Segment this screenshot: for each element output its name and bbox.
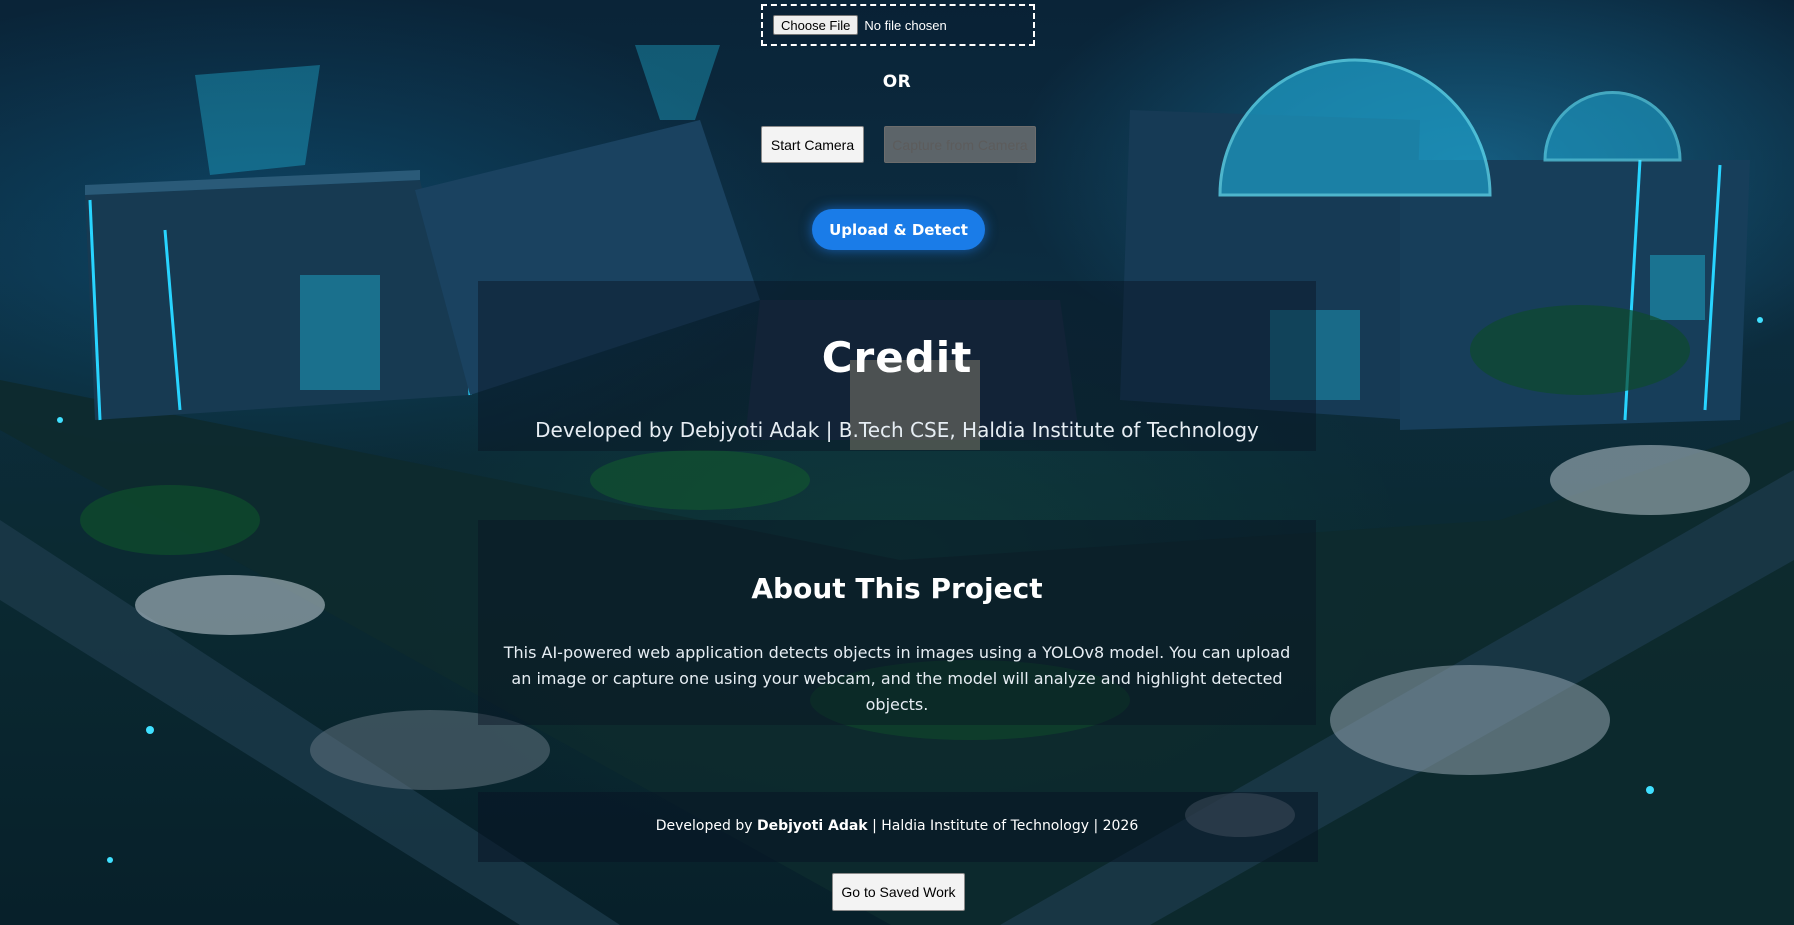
upload-detect-button[interactable]: Upload & Detect xyxy=(812,209,985,250)
footer-author: Debjyoti Adak xyxy=(756,818,868,834)
file-upload-dropzone[interactable]: Choose File No file chosen xyxy=(761,4,1035,46)
file-status-text: No file chosen xyxy=(864,17,947,33)
footer-suffix: | Haldia Institute of Technology | 2026 xyxy=(872,818,1139,834)
about-heading: About This Project xyxy=(751,572,1043,605)
footer-prefix: Developed by xyxy=(655,818,753,834)
credit-heading: Credit xyxy=(821,333,973,382)
choose-file-button[interactable]: Choose File xyxy=(773,15,859,35)
go-to-saved-work-button[interactable]: Go to Saved Work xyxy=(832,873,965,911)
credit-subtitle: Developed by Debjyoti Adak | B.Tech CSE,… xyxy=(535,418,1259,442)
capture-from-camera-button[interactable]: Capture from Camera xyxy=(884,126,1036,163)
or-divider-label: OR xyxy=(882,72,912,92)
start-camera-button[interactable]: Start Camera xyxy=(761,126,864,163)
footer-text: Developed by Debjyoti Adak | Haldia Inst… xyxy=(0,818,1794,834)
about-description: This AI-powered web application detects … xyxy=(503,643,1291,714)
